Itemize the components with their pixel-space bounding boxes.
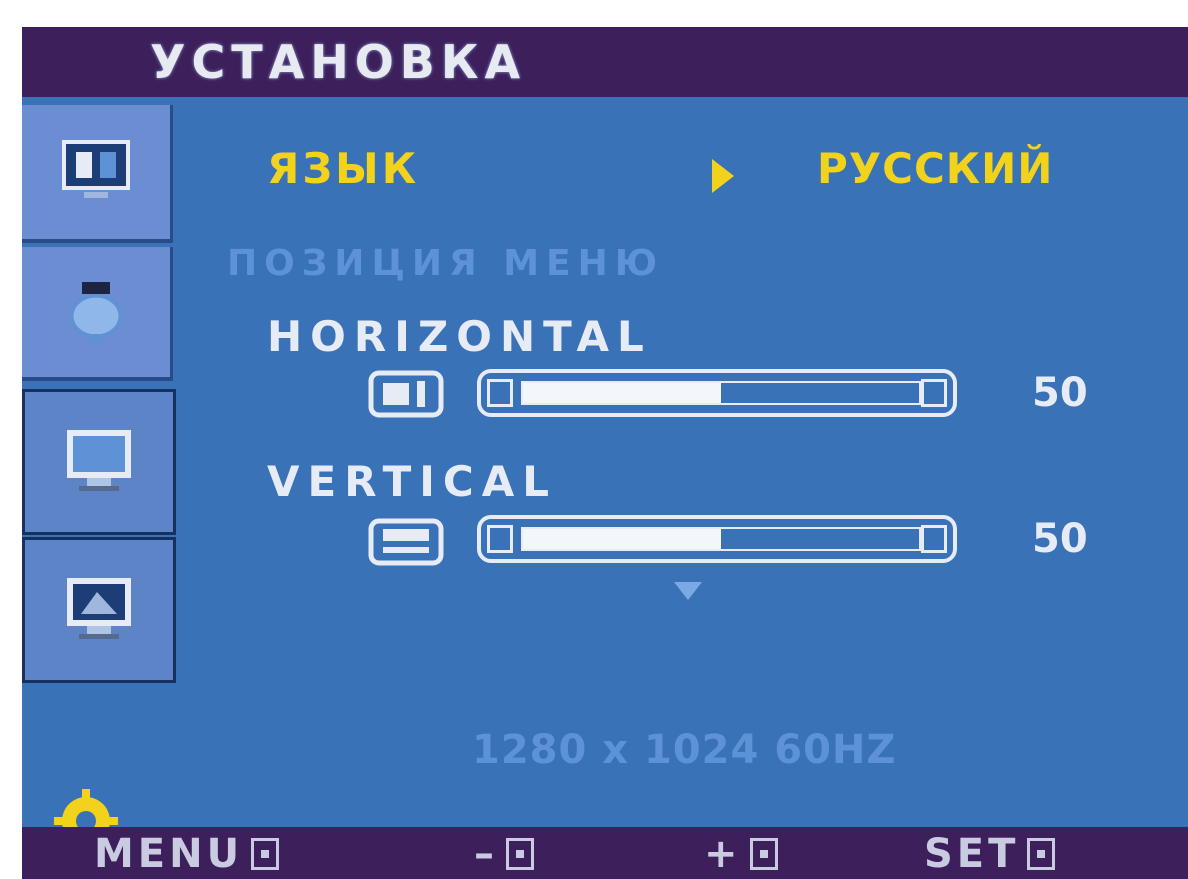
menu-key-icon [251,838,280,870]
monitor-icon [67,430,131,491]
language-value[interactable]: РУССКИЙ [817,144,1053,193]
minus-icon [487,525,513,553]
vertical-slider-fill [523,529,721,549]
language-label[interactable]: ЯЗЫК [267,144,419,193]
vertical-label: VERTICAL [267,457,558,506]
plus-icon [921,379,947,407]
horizontal-value: 50 [1032,370,1088,416]
plus-button-label: + [704,831,742,877]
set-key-icon [1027,838,1056,870]
vertical-position-icon [368,518,444,566]
image-monitor-icon [67,578,131,639]
title-bar: УСТАНОВКА [22,27,1188,97]
vertical-slider-bar [521,527,921,551]
minus-key-icon [506,838,534,870]
sidebar-item-monitor[interactable] [22,389,176,535]
color-icon [70,282,122,342]
horizontal-position-icon [368,370,444,418]
menu-title: УСТАНОВКА [150,35,527,89]
set-button[interactable]: SET [924,831,1056,877]
horizontal-slider-fill [523,383,721,403]
osd-window: УСТАНОВКА ЯЗЫК РУССКИЙ ПОЗИЦИЯ МЕНЮ HORI… [22,27,1188,879]
sidebar [22,97,176,853]
vertical-value: 50 [1032,516,1088,562]
plus-button[interactable]: + [704,831,778,877]
vertical-slider[interactable] [477,515,957,563]
horizontal-slider-bar [521,381,921,405]
minus-icon [487,379,513,407]
horizontal-slider[interactable] [477,369,957,417]
sidebar-item-color[interactable] [22,247,173,381]
picture-icon [62,140,130,198]
minus-button[interactable]: – [474,831,534,877]
menu-position-label: ПОЗИЦИЯ МЕНЮ [227,243,665,284]
plus-icon [921,525,947,553]
menu-button[interactable]: MENU [94,831,280,877]
arrow-right-icon [712,159,734,193]
sidebar-item-picture[interactable] [22,105,173,243]
scroll-down-icon[interactable] [674,582,702,600]
minus-button-label: – [474,831,498,877]
set-button-label: SET [924,831,1020,877]
menu-button-label: MENU [94,831,244,877]
plus-key-icon [749,838,778,870]
resolution-status: 1280 x 1024 60HZ [472,727,897,773]
horizontal-label: HORIZONTAL [267,312,652,361]
button-bar: MENU – + SET [22,827,1188,879]
sidebar-item-image[interactable] [22,537,176,683]
